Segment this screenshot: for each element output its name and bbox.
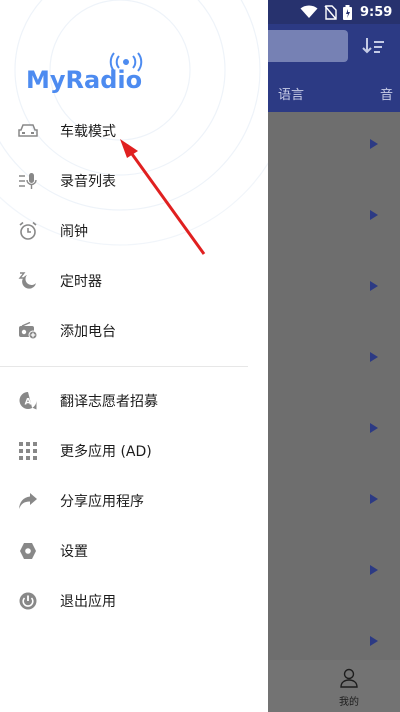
no-sim-icon	[324, 4, 337, 20]
app-logo-text: MyRadio	[26, 66, 143, 94]
play-button[interactable]	[370, 352, 378, 362]
menu-item-more-apps[interactable]: 更多应用 (AD)	[0, 426, 268, 476]
menu-item-car-mode[interactable]: 车载模式	[0, 106, 268, 156]
navigation-drawer: MyRadio 车载模式 录音列表 闹钟 定时器 添加电台 A 翻译志愿者招募 …	[0, 0, 268, 712]
settings-icon	[18, 541, 38, 561]
svg-text:A: A	[25, 398, 32, 408]
share-icon	[18, 491, 38, 511]
car-icon	[18, 121, 38, 141]
play-button[interactable]	[370, 565, 378, 575]
menu-item-label: 车载模式	[60, 124, 116, 140]
status-icons: 9:59	[300, 0, 400, 24]
power-icon	[18, 591, 38, 611]
sleep-timer-icon	[18, 271, 38, 291]
play-button[interactable]	[370, 210, 378, 220]
menu-item-alarm[interactable]: 闹钟	[0, 206, 268, 256]
play-button[interactable]	[370, 423, 378, 433]
menu-item-recordings[interactable]: 录音列表	[0, 156, 268, 206]
menu-item-label: 录音列表	[60, 174, 116, 190]
tab-audio[interactable]: 音	[380, 84, 393, 103]
menu-item-label: 退出应用	[60, 594, 116, 610]
add-radio-icon	[18, 321, 38, 341]
person-icon	[340, 668, 358, 688]
menu-item-share[interactable]: 分享应用程序	[0, 476, 268, 526]
menu-item-label: 更多应用 (AD)	[60, 444, 152, 460]
app-logo: MyRadio	[26, 52, 156, 98]
tab-language[interactable]: 语言	[278, 84, 304, 103]
play-button[interactable]	[370, 139, 378, 149]
battery-icon	[343, 4, 352, 20]
menu-item-exit[interactable]: 退出应用	[0, 576, 268, 626]
menu-item-settings[interactable]: 设置	[0, 526, 268, 576]
menu-item-label: 翻译志愿者招募	[60, 394, 158, 410]
alarm-icon	[18, 221, 38, 241]
wifi-icon	[300, 5, 318, 18]
translate-icon: A	[18, 391, 38, 411]
play-button[interactable]	[370, 636, 378, 646]
menu-item-label: 添加电台	[60, 324, 116, 340]
play-button[interactable]	[370, 281, 378, 291]
menu-item-translation[interactable]: A 翻译志愿者招募	[0, 376, 268, 426]
menu-item-label: 分享应用程序	[60, 494, 144, 510]
menu-item-label: 定时器	[60, 274, 102, 290]
menu-item-sleep-timer[interactable]: 定时器	[0, 256, 268, 306]
apps-grid-icon	[18, 441, 38, 461]
sort-icon[interactable]	[362, 36, 386, 58]
mic-list-icon	[18, 171, 38, 191]
nav-me[interactable]: 我的	[334, 668, 364, 708]
menu-item-label: 设置	[60, 544, 88, 560]
menu-divider	[0, 366, 248, 367]
menu-item-add-station[interactable]: 添加电台	[0, 306, 268, 356]
nav-me-label: 我的	[339, 697, 359, 708]
menu-item-label: 闹钟	[60, 224, 88, 240]
clock: 9:59	[360, 4, 393, 20]
play-button[interactable]	[370, 494, 378, 504]
